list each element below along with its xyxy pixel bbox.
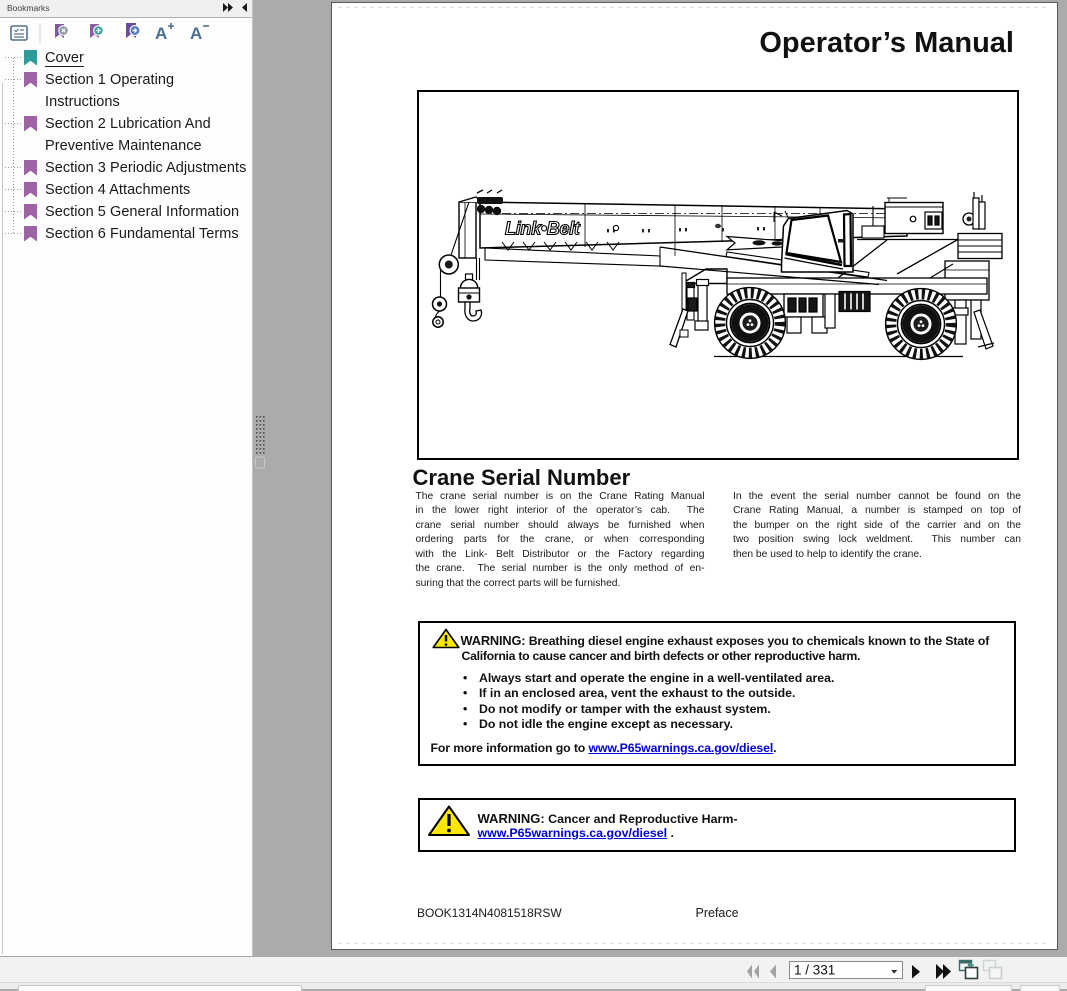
- svg-text:Link•Belt: Link•Belt: [505, 219, 581, 239]
- svg-text:1 / 331: 1 / 331: [794, 963, 835, 978]
